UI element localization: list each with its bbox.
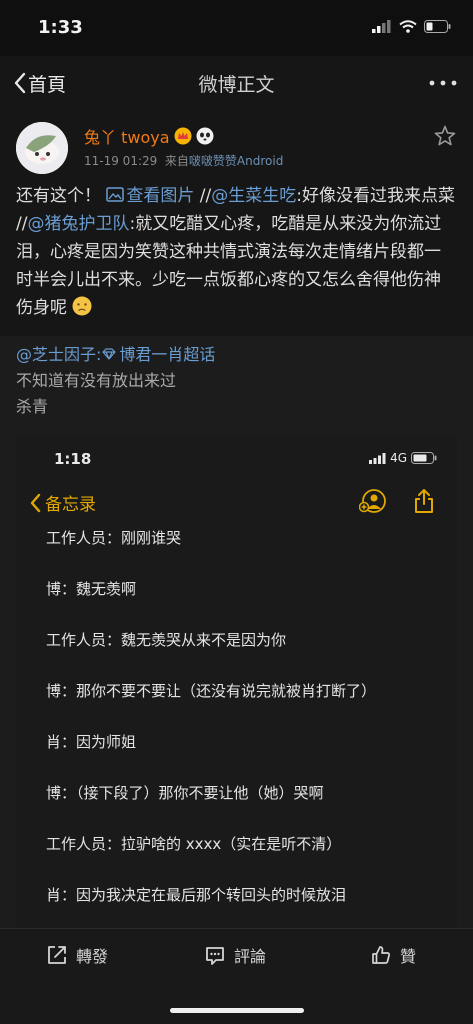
post-meta: 11-19 01:29 来自啵啵赞赞Android <box>84 152 283 169</box>
repost-label: 轉發 <box>76 947 109 966</box>
quote-text: @芝士因子: 博君一肖超话 不知道有没有放出来过 杀青 <box>16 342 215 420</box>
quote-line-2: 杀青 <box>16 397 49 416</box>
comment-icon <box>206 947 224 965</box>
nav-bar: 首頁 微博正文 <box>0 56 473 110</box>
sad-face-emoji-icon <box>72 296 92 316</box>
shot-toolbar <box>359 488 435 514</box>
memo-line: 肖：因为师姐 <box>46 733 137 751</box>
share-icon <box>415 489 433 513</box>
avatar[interactable] <box>16 122 68 174</box>
shot-status-time: 1:18 <box>54 450 92 468</box>
signal-icon <box>372 20 391 33</box>
post-text-2: // <box>194 186 212 206</box>
post-text-1: 还有这个！ <box>16 186 107 206</box>
view-image-link[interactable]: 查看图片 <box>106 186 194 206</box>
home-indicator[interactable] <box>170 1008 304 1013</box>
post-timestamp: 11-19 01:29 <box>84 154 158 168</box>
post-header: 兔丫 twoya 11-19 01:29 来自啵啵赞赞Android <box>0 110 473 178</box>
shot-back-button: 备忘录 <box>28 490 96 515</box>
memo-line: 肖：因为我决定在最后那个转回头的时候放泪 <box>46 886 347 904</box>
panda-badge-icon <box>196 127 214 145</box>
comment-button[interactable]: 評論 <box>204 943 266 967</box>
like-button[interactable]: 贊 <box>370 943 416 967</box>
shot-signal-icon <box>369 452 386 464</box>
topic-link[interactable]: 博君一肖超话 <box>101 345 215 364</box>
avatar-image <box>16 122 68 174</box>
shot-nav: 备忘录 <box>16 480 457 524</box>
status-icons <box>372 20 451 33</box>
quote-line-1: 不知道有没有放出来过 <box>16 371 177 390</box>
memo-line: 博：那你不要不要让（还没有说完就被肖打断了） <box>46 682 377 700</box>
status-time: 1:33 <box>38 17 83 38</box>
comment-label: 評論 <box>234 947 267 966</box>
more-icon[interactable] <box>427 70 459 96</box>
shot-chevron-left-icon <box>30 493 41 512</box>
username[interactable]: 兔丫 twoya <box>84 124 214 148</box>
wifi-icon <box>399 20 417 33</box>
shot-battery-icon <box>411 452 437 464</box>
shot-network: 4G <box>390 451 407 465</box>
memo-line: 工作人员：拉驴啥的 xxxx（实在是听不清） <box>46 835 342 853</box>
diamond-icon <box>102 348 117 360</box>
shot-back-label: 备忘录 <box>45 495 96 515</box>
memo-lines: 工作人员：刚刚谁哭 博：魏无羡啊 工作人员：魏无羡哭从来不是因为你 博：那你不要… <box>46 526 441 934</box>
star-icon[interactable] <box>433 124 457 148</box>
mention-link-1[interactable]: @生菜生吃 <box>211 186 296 206</box>
view-image-label: 查看图片 <box>126 186 195 206</box>
quoted-post[interactable]: @芝士因子: 博君一肖超话 不知道有没有放出来过 杀青 1:18 4G 备忘录 … <box>0 336 473 1024</box>
repost-icon <box>48 946 66 964</box>
repost-button[interactable]: 轉發 <box>46 943 108 967</box>
shot-status-icons: 4G <box>369 451 437 465</box>
post-body: 还有这个！ 查看图片 //@生菜生吃:好像没看过我来点菜 //@猪兔护卫队:就又… <box>0 178 473 336</box>
thumbs-up-icon <box>372 946 390 964</box>
quote-author-link[interactable]: @芝士因子 <box>16 345 96 364</box>
like-label: 贊 <box>400 947 417 966</box>
memo-line: 博：魏无羡啊 <box>46 580 137 598</box>
add-person-icon <box>359 489 386 513</box>
page-title: 微博正文 <box>198 74 275 96</box>
battery-icon <box>424 20 451 33</box>
mention-link-2[interactable]: @猪兔护卫队 <box>27 214 129 234</box>
attached-screenshot[interactable]: 1:18 4G 备忘录 工作人员：刚刚谁哭 博：魏无羡啊 工作人员：魏无羡哭从来… <box>16 436 457 936</box>
topic-label: 博君一肖超话 <box>119 345 216 364</box>
username-text: 兔丫 twoya <box>84 128 170 147</box>
crown-badge-icon <box>174 127 192 145</box>
memo-line: 工作人员：魏无羡哭从来不是因为你 <box>46 631 287 649</box>
image-icon <box>106 187 125 202</box>
memo-line: 工作人员：刚刚谁哭 <box>46 529 182 547</box>
client-name[interactable]: 啵啵赞赞Android <box>189 154 283 168</box>
source-prefix: 来自 <box>164 154 189 168</box>
quote-line-author: @芝士因子: 博君一肖超话 <box>16 342 215 368</box>
status-bar: 1:33 <box>0 0 473 56</box>
memo-line: 博：（接下段了）那你不要让他（她）哭啊 <box>46 784 324 802</box>
